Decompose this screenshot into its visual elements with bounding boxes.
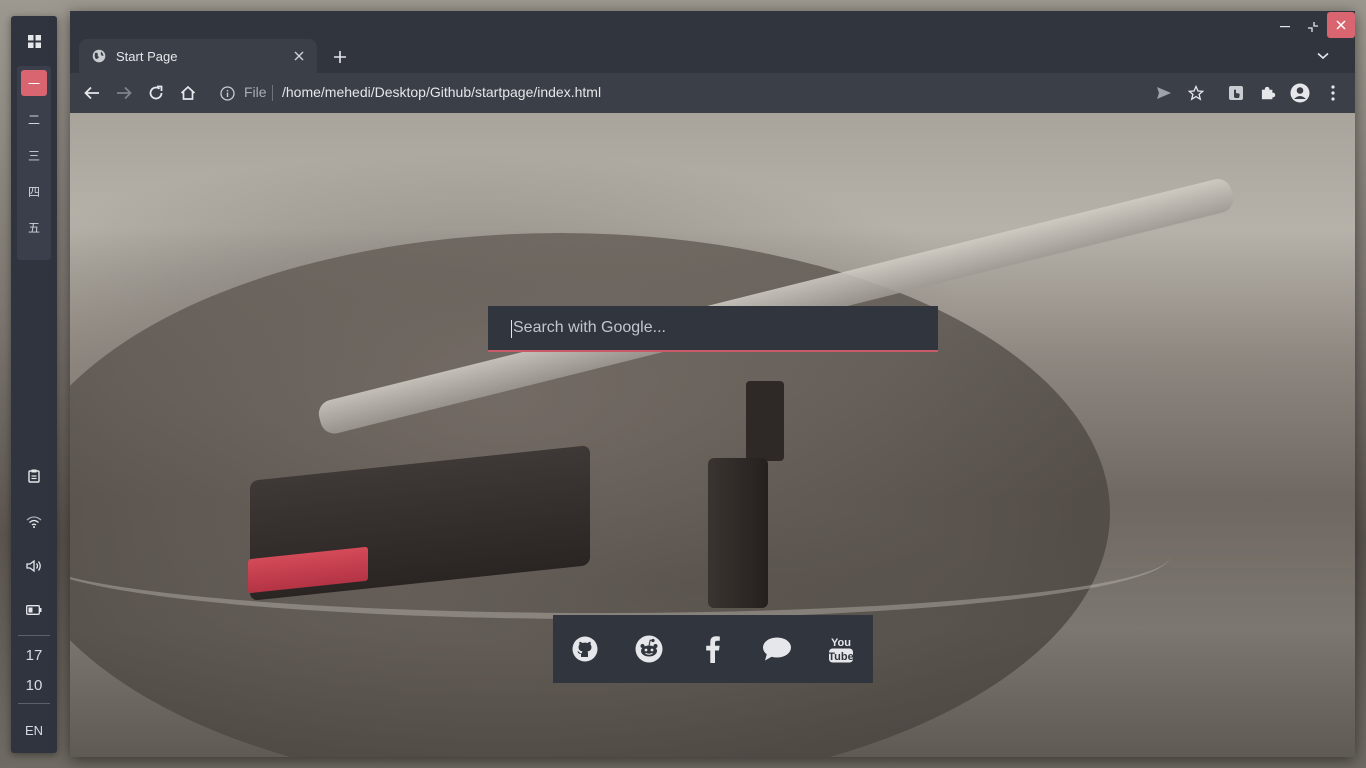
profile-avatar-icon[interactable]: [1290, 83, 1310, 103]
side-dock: 一 二 三 四 五 17 10 EN: [11, 16, 57, 753]
tab-search-chevron-down-icon[interactable]: [1314, 47, 1332, 65]
text-caret: [511, 320, 512, 338]
background-platter: [70, 493, 1170, 619]
wifi-icon[interactable]: [11, 512, 57, 532]
site-info-icon[interactable]: [220, 83, 236, 103]
clock-hour: 17: [25, 647, 43, 664]
background-pivot: [746, 381, 784, 461]
menu-kebab-icon[interactable]: [1323, 83, 1343, 103]
svg-text:You: You: [831, 637, 851, 649]
url-scheme-label: File: [244, 84, 267, 100]
new-tab-icon[interactable]: [330, 47, 350, 67]
tab-strip: Start Page: [70, 11, 1355, 73]
back-arrow-icon[interactable]: [82, 83, 102, 103]
workspace-3[interactable]: 三: [21, 142, 47, 168]
app-grid-icon[interactable]: [11, 30, 57, 52]
facebook-icon[interactable]: [695, 631, 731, 667]
minimize-icon[interactable]: [1272, 16, 1298, 38]
browser-toolbar: File /home/mehedi/Desktop/Github/startpa…: [70, 73, 1355, 113]
background-pivot-base: [708, 458, 768, 608]
workspace-2[interactable]: 二: [21, 106, 47, 132]
battery-icon[interactable]: [11, 600, 57, 620]
omnibox-divider: [272, 85, 273, 101]
chat-bubble-icon[interactable]: [759, 631, 795, 667]
search-input[interactable]: [511, 318, 915, 338]
extensions-puzzle-icon[interactable]: [1258, 83, 1278, 103]
tab-title: Start Page: [116, 48, 178, 64]
address-bar[interactable]: /home/mehedi/Desktop/Github/startpage/in…: [282, 84, 601, 100]
bookmark-star-icon[interactable]: [1186, 83, 1206, 103]
keyboard-language[interactable]: EN: [11, 723, 57, 738]
clipboard-icon[interactable]: [11, 466, 57, 486]
workspace-1[interactable]: 一: [21, 70, 47, 96]
workspace-5[interactable]: 五: [21, 214, 47, 240]
home-icon[interactable]: [178, 83, 198, 103]
reddit-icon[interactable]: [631, 631, 667, 667]
google-search-box[interactable]: [488, 306, 938, 352]
youtube-icon[interactable]: You Tube: [823, 631, 859, 667]
browser-window: Start Page File /home/mehedi/Desktop/Git…: [70, 11, 1355, 757]
tab-close-icon[interactable]: [291, 48, 307, 64]
send-icon[interactable]: [1154, 83, 1174, 103]
quick-links-bar: You Tube: [553, 615, 873, 683]
dock-divider: [18, 703, 50, 704]
window-close-icon[interactable]: [1327, 12, 1355, 38]
restore-icon[interactable]: [1300, 16, 1326, 38]
workspace-switcher: 一 二 三 四 五: [17, 66, 51, 260]
reload-icon[interactable]: [146, 83, 166, 103]
clock-minute: 10: [25, 677, 43, 694]
extension-touch-icon[interactable]: [1226, 83, 1246, 103]
start-page: You Tube: [70, 113, 1355, 757]
volume-icon[interactable]: [11, 556, 57, 576]
svg-text:Tube: Tube: [828, 651, 853, 663]
dock-divider: [18, 635, 50, 636]
tab-start-page[interactable]: Start Page: [79, 39, 317, 73]
workspace-4[interactable]: 四: [21, 178, 47, 204]
forward-arrow-icon[interactable]: [114, 83, 134, 103]
globe-icon: [92, 49, 106, 63]
github-icon[interactable]: [567, 631, 603, 667]
